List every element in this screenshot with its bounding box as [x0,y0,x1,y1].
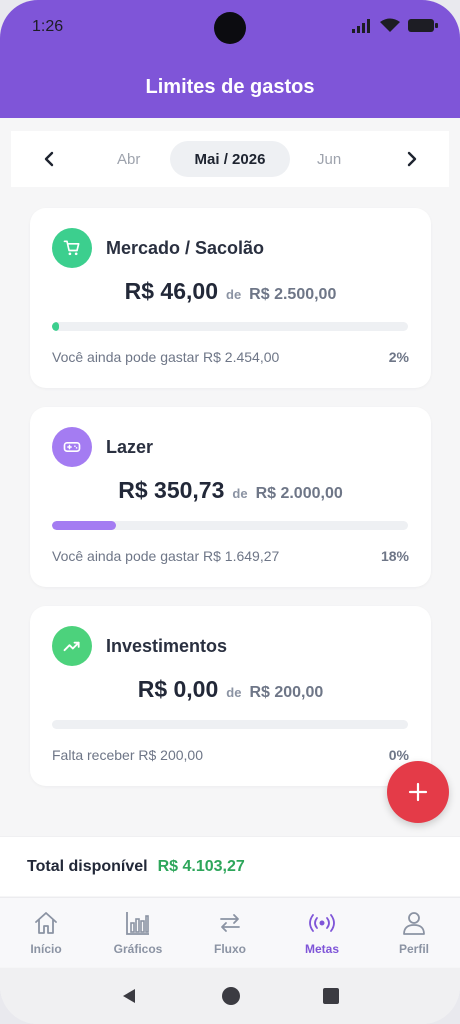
amount-of: de [226,287,242,302]
bar-chart-icon [126,912,149,935]
status-time: 1:26 [32,18,64,35]
swap-icon [220,914,240,932]
nav-label: Início [30,942,62,956]
card-amount: R$ 0,00 de R$ 200,00 [30,676,431,703]
month-next-label[interactable]: Jun [317,151,341,168]
trending-up-icon [52,626,92,666]
page-title: Limites de gastos [145,76,315,98]
card-title: Investimentos [106,636,228,656]
home-circle-icon[interactable] [221,986,241,1006]
gamepad-icon [52,427,92,467]
status-icons [352,18,438,33]
amount-limit: R$ 2.000,00 [255,485,343,502]
budget-card-lazer[interactable]: Lazer R$ 350,73 de R$ 2.000,00 Você aind… [30,407,431,587]
chevron-left-icon [44,151,54,167]
month-previous-label[interactable]: Abr [117,151,140,168]
nav-label: Metas [304,942,339,956]
plus-icon [408,782,428,802]
amount-limit: R$ 200,00 [249,684,324,701]
remaining-text: Você ainda pode gastar R$ 1.649,27 [52,548,280,564]
system-navigation [0,968,460,1024]
month-current[interactable]: Mai / 2026 [170,141,290,177]
progress-bar [52,521,408,530]
budget-card-investimentos[interactable]: Investimentos R$ 0,00 de R$ 200,00 Falta… [30,606,431,786]
amount-limit: R$ 2.500,00 [249,286,337,303]
bottom-navigation: Início Gráficos Fluxo Metas Perfil [0,897,460,967]
back-icon[interactable] [120,986,140,1006]
total-available-bar: Total disponível R$ 4.103,27 [0,836,460,896]
percent-label: 18% [380,548,409,564]
nav-label: Perfil [398,942,429,956]
broadcast-icon [309,914,335,932]
amount-spent: R$ 0,00 [137,676,219,702]
battery-icon [408,19,438,32]
next-month-button[interactable] [398,145,426,173]
nav-item-metas[interactable]: Metas [276,898,368,967]
nav-label: Gráficos [113,942,163,956]
remaining-text: Você ainda pode gastar R$ 2.454,00 [52,349,280,365]
month-selector: Abr Mai / 2026 Jun [11,131,449,187]
progress-bar [52,720,408,729]
percent-label: 2% [388,349,409,365]
budget-card-mercado[interactable]: Mercado / Sacolão R$ 46,00 de R$ 2.500,0… [30,208,431,388]
card-title: Lazer [106,437,154,457]
signal-icon [352,18,370,33]
wifi-icon [380,18,400,32]
remaining-text: Falta receber R$ 200,00 [52,747,203,763]
nav-label: Fluxo [214,942,246,956]
progress-fill [52,521,117,530]
amount-spent: R$ 46,00 [124,278,218,304]
amount-of: de [226,685,242,700]
recents-icon[interactable] [322,987,340,1005]
progress-bar [52,322,408,331]
chevron-right-icon [407,151,417,167]
card-amount: R$ 46,00 de R$ 2.500,00 [30,278,431,305]
amount-of: de [232,486,248,501]
nav-item-graficos[interactable]: Gráficos [92,898,184,967]
total-label: Total disponível [27,857,148,875]
card-amount: R$ 350,73 de R$ 2.000,00 [30,477,431,504]
camera-cutout [214,12,246,44]
total-value: R$ 4.103,27 [157,857,245,875]
previous-month-button[interactable] [35,145,63,173]
percent-label: 0% [388,747,409,763]
nav-item-inicio[interactable]: Início [0,898,92,967]
user-icon [403,912,425,935]
card-title: Mercado / Sacolão [106,238,265,258]
phone-screen: 1:26 Limites de gastos Abr Mai / 2026 Ju… [0,0,460,1024]
progress-fill [52,322,60,331]
nav-item-perfil[interactable]: Perfil [368,898,460,967]
add-button[interactable] [387,761,449,823]
app-header: 1:26 Limites de gastos [0,0,460,118]
nav-item-fluxo[interactable]: Fluxo [184,898,276,967]
cart-icon [52,228,92,268]
home-icon [35,912,57,934]
amount-spent: R$ 350,73 [118,477,225,503]
